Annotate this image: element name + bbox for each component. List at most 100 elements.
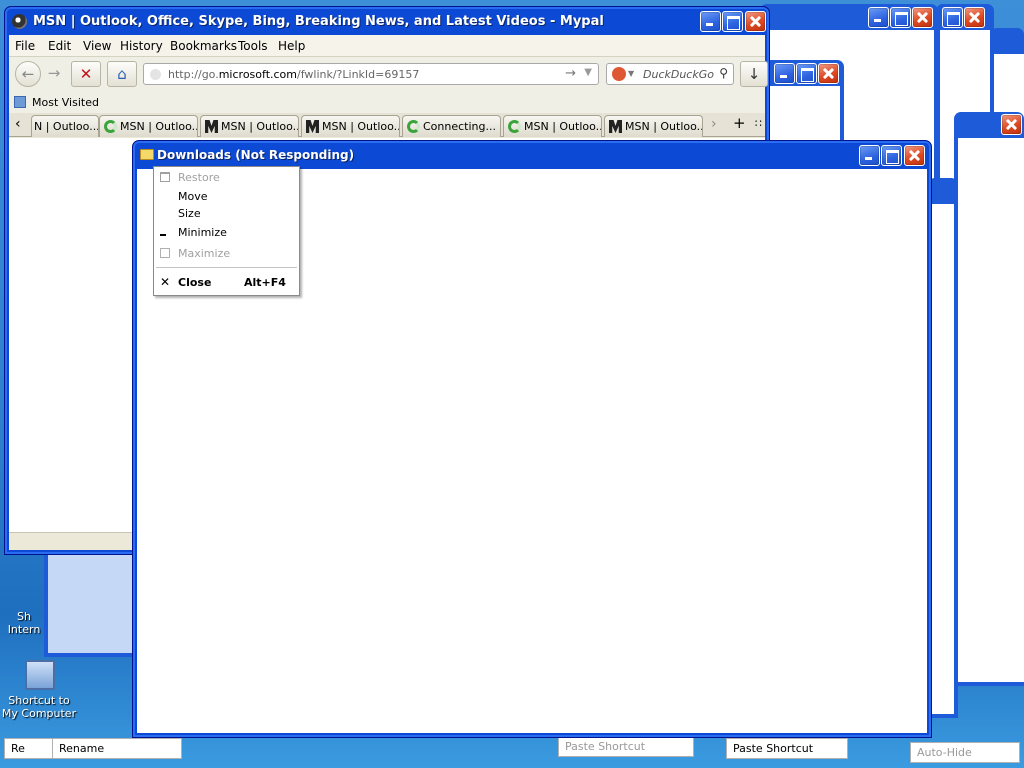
bookmarks-toolbar: Most Visited [9,93,765,113]
background-window [954,112,1024,686]
minimize-button[interactable] [868,7,889,28]
menu-view[interactable]: View [83,39,111,53]
auto-hide-label: Auto-Hide [917,746,972,759]
tab-label: MSN | Outloo... [120,120,198,133]
paste-shortcut-item[interactable]: Paste Shortcut [726,738,848,759]
close-button[interactable] [904,145,925,166]
downloads-button[interactable]: ↓ [740,61,768,87]
tab[interactable]: N | Outloo... [31,115,99,137]
paste-shortcut-item[interactable]: Paste Shortcut [558,736,694,757]
msn-favicon [205,120,218,133]
desktop-icon-label: Intern [7,623,41,636]
maximize-button[interactable] [881,145,902,166]
menu-item-minimize[interactable]: Minimize [154,224,299,242]
close-icon [819,64,838,83]
desktop-icon-internet[interactable]: Sh Intern [4,610,44,636]
maximize-button[interactable] [890,7,911,28]
maximize-button[interactable] [796,63,817,84]
search-box[interactable]: ▼ DuckDuckGo ⚲ [606,63,734,85]
tab-scroll-left-icon[interactable]: ‹ [15,116,21,132]
stop-button[interactable]: ✕ [71,61,101,87]
dropdown-icon[interactable]: ▼ [584,67,592,78]
maximize-icon [891,8,910,27]
close-button[interactable] [1001,114,1022,135]
maximize-icon [160,248,170,258]
new-tab-icon[interactable]: + [733,114,746,132]
stop-icon: ✕ [79,65,93,83]
go-arrow-icon[interactable]: → [565,66,576,81]
paste-shortcut-label: Paste Shortcut [565,740,646,753]
menu-item-maximize[interactable]: Maximize [154,245,299,263]
most-visited-link[interactable]: Most Visited [32,96,99,109]
search-icon[interactable]: ⚲ [719,66,728,80]
minimize-button[interactable] [774,63,795,84]
menu-item-close[interactable]: ✕ Close Alt+F4 [154,274,299,292]
rename-menu-item[interactable]: Rename [52,738,182,759]
minimize-button[interactable] [700,11,721,32]
tab[interactable]: MSN | Outloo... [200,115,299,137]
close-icon [965,8,984,27]
loading-spinner-icon [104,120,117,133]
tab-label: MSN | Outloo... [524,120,602,133]
menu-bookmarks[interactable]: Bookmarks [170,39,237,53]
minimize-icon [701,12,720,31]
menu-item-label: Size [178,207,201,220]
url-domain: microsoft.com [218,68,297,81]
tab[interactable]: MSN | Outloo... [503,115,602,137]
menu-item-restore[interactable]: Restore [154,169,299,187]
globe-icon [150,69,161,80]
menu-help[interactable]: Help [278,39,305,53]
menu-item-move[interactable]: Move [154,188,299,206]
tab[interactable]: MSN | Outloo... [99,115,198,137]
msn-favicon [609,120,622,133]
close-button[interactable] [964,7,985,28]
computer-icon [25,660,55,690]
forward-button[interactable]: → [42,61,66,87]
search-placeholder: DuckDuckGo [643,68,714,81]
mypal-icon [12,14,27,29]
menu-item-size[interactable]: Size [154,205,299,223]
duckduckgo-icon [612,67,626,81]
minimize-icon [860,146,879,165]
window-title: Downloads (Not Responding) [157,148,355,162]
paste-shortcut-label: Paste Shortcut [733,742,814,755]
close-button[interactable] [912,7,933,28]
desktop-icon-my-computer[interactable]: Shortcut to My Computer [0,660,80,720]
maximize-button[interactable] [722,11,743,32]
menu-edit[interactable]: Edit [48,39,71,53]
url-text: http://go.microsoft.com/fwlink/?LinkId=6… [168,68,419,81]
window-system-menu: Restore Move Size Minimize Maximize ✕ Cl… [153,166,300,296]
loading-spinner-icon [407,120,420,133]
bottom-window-strip: Re Rename Paste Shortcut Paste Shortcut … [0,736,1024,768]
tab[interactable]: MSN | Outloo... [604,115,703,137]
menu-item-label: Close [178,276,212,289]
menu-item-label: Minimize [178,226,227,239]
menu-tools[interactable]: Tools [238,39,268,53]
close-button[interactable] [745,11,766,32]
tab-label: MSN | Outloo... [625,120,703,133]
url-bar[interactable]: http://go.microsoft.com/fwlink/?LinkId=6… [143,63,599,85]
background-window [44,545,136,657]
maximize-button[interactable] [942,7,963,28]
home-button[interactable]: ⌂ [107,61,137,87]
close-button[interactable] [818,63,839,84]
list-all-tabs-icon[interactable]: ∷ [755,117,762,130]
navigation-toolbar: ← → ✕ ⌂ http://go.microsoft.com/fwlink/?… [9,57,768,93]
menu-item-label: Move [178,190,208,203]
menu-history[interactable]: History [120,39,163,53]
menu-file[interactable]: File [15,39,35,53]
search-dropdown-icon: ▼ [628,69,635,78]
tab[interactable]: Connecting... [402,115,501,137]
minimize-button[interactable] [859,145,880,166]
auto-hide-item[interactable]: Auto-Hide [910,742,1020,763]
loading-spinner-icon [508,120,521,133]
menu-separator [156,267,297,268]
desktop-icon-label: Shortcut to My Computer [1,694,77,720]
tab-scroll-right-icon[interactable]: › [711,116,717,132]
menu-item-accelerator: Alt+F4 [244,276,286,289]
menu-item-label: Restore [178,171,220,184]
back-button[interactable]: ← [15,61,41,87]
tab[interactable]: MSN | Outloo... [301,115,400,137]
close-icon [913,8,932,27]
menu-item-label: Maximize [178,247,231,260]
